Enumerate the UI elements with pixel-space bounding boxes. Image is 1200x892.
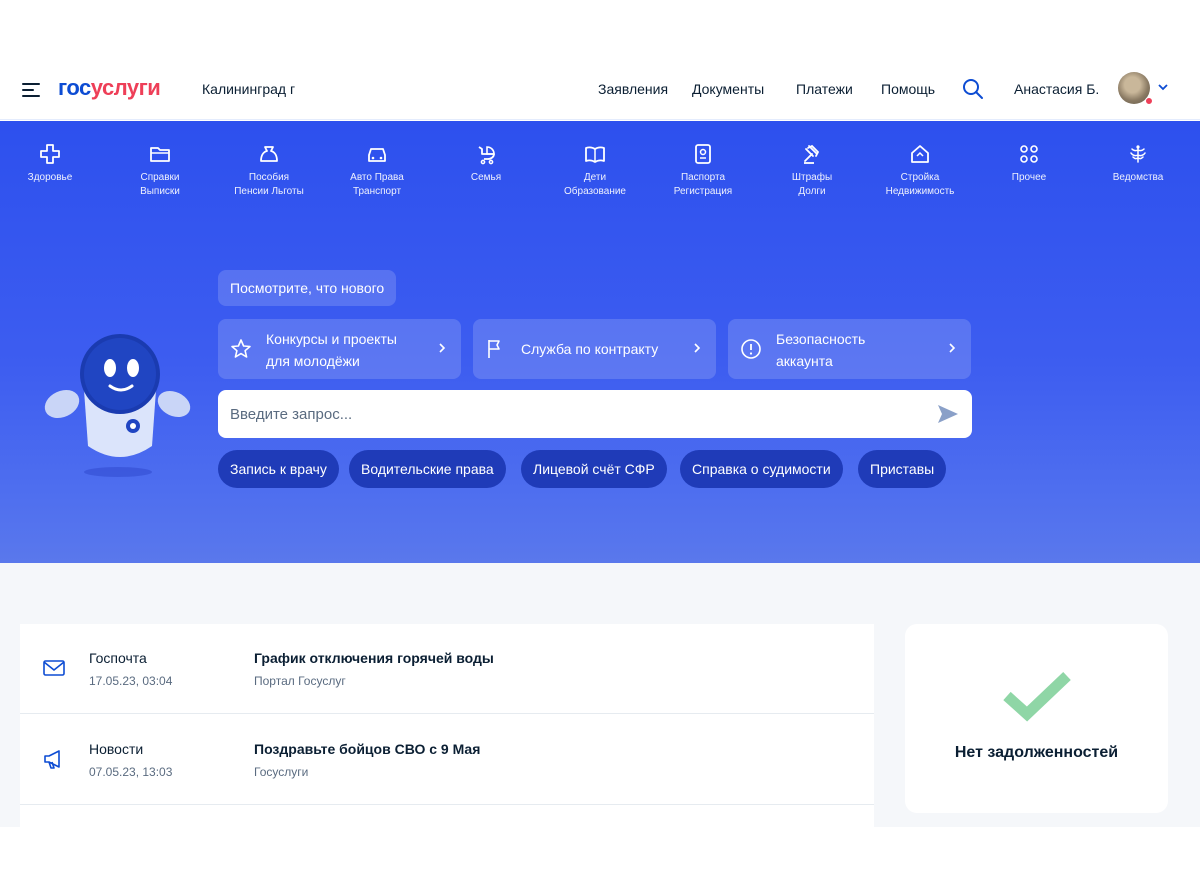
- nav-help[interactable]: Помощь: [881, 81, 935, 97]
- category-family[interactable]: Семья: [436, 143, 536, 185]
- feed-item[interactable]: Новости 07.05.23, 13:03 Поздравьте бойцо…: [20, 715, 874, 805]
- category-label: Пособия Пенсии Льготы: [234, 172, 304, 197]
- chip-bailiffs[interactable]: Приставы: [858, 450, 947, 488]
- category-fines[interactable]: Штрафы Долги: [762, 143, 862, 199]
- chip-driver-license[interactable]: Водительские права: [349, 450, 506, 488]
- city-selector[interactable]: Калининград г: [202, 81, 295, 97]
- youth-projects-card[interactable]: Конкурсы и проекты для молодёжи: [218, 319, 461, 379]
- whats-new-pill[interactable]: Посмотрите, что нового: [218, 270, 397, 306]
- feed-source: Новости: [89, 741, 144, 757]
- checkmark-icon: [1003, 672, 1071, 722]
- megaphone-icon: [44, 750, 60, 769]
- book-icon: [585, 146, 605, 163]
- search-bar: [218, 390, 972, 438]
- hero-section: Здоровье Справки Выписки Пособия Пенсии …: [0, 121, 1200, 563]
- info-circle-icon: [741, 339, 761, 359]
- category-other[interactable]: Прочее: [979, 143, 1079, 185]
- send-arrow-icon[interactable]: [936, 403, 960, 425]
- account-security-card[interactable]: Безопасность аккаунта: [728, 319, 971, 379]
- flag-icon: [488, 340, 500, 358]
- chevron-down-icon[interactable]: [1157, 82, 1169, 92]
- category-label: Здоровье: [27, 172, 73, 183]
- grid-icon: [1020, 145, 1038, 163]
- nav-payments[interactable]: Платежи: [796, 81, 853, 97]
- feed-subtitle: Госуслуги: [254, 765, 309, 779]
- card-label: Безопасность аккаунта: [776, 331, 866, 369]
- passport-icon: [695, 144, 711, 164]
- search-input[interactable]: [230, 390, 920, 438]
- category-departments[interactable]: Ведомства: [1088, 143, 1188, 185]
- chevron-right-icon: [694, 343, 701, 353]
- category-label: Дети Образование: [564, 172, 626, 197]
- feed-date: 07.05.23, 13:03: [89, 765, 173, 779]
- chip-doctor-appointment[interactable]: Запись к врачу: [218, 450, 339, 488]
- category-construction[interactable]: Стройка Недвижимость: [870, 143, 970, 199]
- car-icon: [368, 148, 386, 162]
- chip-sfr-account[interactable]: Лицевой счёт СФР: [521, 450, 667, 488]
- logo-part-uslugi: услуги: [90, 75, 161, 100]
- notifications-feed: Госпочта 17.05.23, 03:04 График отключен…: [20, 624, 874, 827]
- house-icon: [911, 145, 929, 163]
- category-passports[interactable]: Паспорта Регистрация: [653, 143, 753, 199]
- health-cross-icon: [40, 144, 60, 164]
- category-label: Ведомства: [1112, 172, 1164, 183]
- category-label: Стройка Недвижимость: [885, 172, 955, 197]
- top-header: госуслуги Калининград г Заявления Докуме…: [0, 60, 1200, 120]
- category-health[interactable]: Здоровье: [0, 143, 100, 185]
- feed-date: 17.05.23, 03:04: [89, 674, 173, 688]
- feed-subtitle: Портал Госуслуг: [254, 674, 346, 688]
- chip-criminal-record[interactable]: Справка о судимости: [680, 450, 843, 488]
- notification-dot: [1145, 97, 1153, 105]
- gosuslugi-logo[interactable]: госуслуги: [58, 75, 161, 101]
- wallet-bag-icon: [260, 146, 278, 162]
- contract-service-card[interactable]: Служба по контракту: [473, 319, 716, 379]
- search-icon[interactable]: [962, 78, 984, 100]
- category-children[interactable]: Дети Образование: [545, 143, 645, 199]
- stroller-icon: [478, 146, 495, 165]
- folder-icon: [150, 147, 170, 162]
- chevron-right-icon: [949, 343, 956, 353]
- category-label: Авто Права Транспорт: [350, 172, 404, 197]
- nav-documents[interactable]: Документы: [692, 81, 764, 97]
- card-label: Служба по контракту: [521, 341, 659, 357]
- feed-title[interactable]: График отключения горячей воды: [254, 650, 494, 666]
- star-icon: [231, 339, 251, 358]
- feed-source: Госпочта: [89, 650, 147, 666]
- category-label: Штрафы Долги: [791, 172, 833, 197]
- robot-mascot-illustration: [44, 334, 191, 477]
- eagle-emblem-icon: [1130, 145, 1146, 163]
- category-auto[interactable]: Авто Права Транспорт: [327, 143, 427, 199]
- user-name[interactable]: Анастасия Б.: [1014, 81, 1099, 97]
- nav-applications[interactable]: Заявления: [598, 81, 668, 97]
- gavel-icon: [804, 144, 820, 164]
- menu-icon[interactable]: [22, 82, 42, 98]
- category-label: Семья: [470, 172, 502, 183]
- logo-part-gos: гос: [58, 75, 91, 100]
- category-certificates[interactable]: Справки Выписки: [110, 143, 210, 199]
- category-label: Паспорта Регистрация: [673, 172, 733, 197]
- chevron-right-icon: [439, 343, 446, 353]
- category-benefits[interactable]: Пособия Пенсии Льготы: [219, 143, 319, 199]
- feed-title[interactable]: Поздравьте бойцов СВО с 9 Мая: [254, 741, 480, 757]
- category-label: Прочее: [1011, 172, 1047, 183]
- card-label: Конкурсы и проекты для молодёжи: [266, 331, 397, 369]
- envelope-icon: [43, 660, 65, 676]
- debt-status-card[interactable]: Нет задолженностей: [905, 624, 1168, 813]
- feed-item[interactable]: Госпочта 17.05.23, 03:04 График отключен…: [20, 624, 874, 714]
- category-label: Справки Выписки: [140, 172, 180, 197]
- debt-status-label: Нет задолженностей: [954, 744, 1119, 761]
